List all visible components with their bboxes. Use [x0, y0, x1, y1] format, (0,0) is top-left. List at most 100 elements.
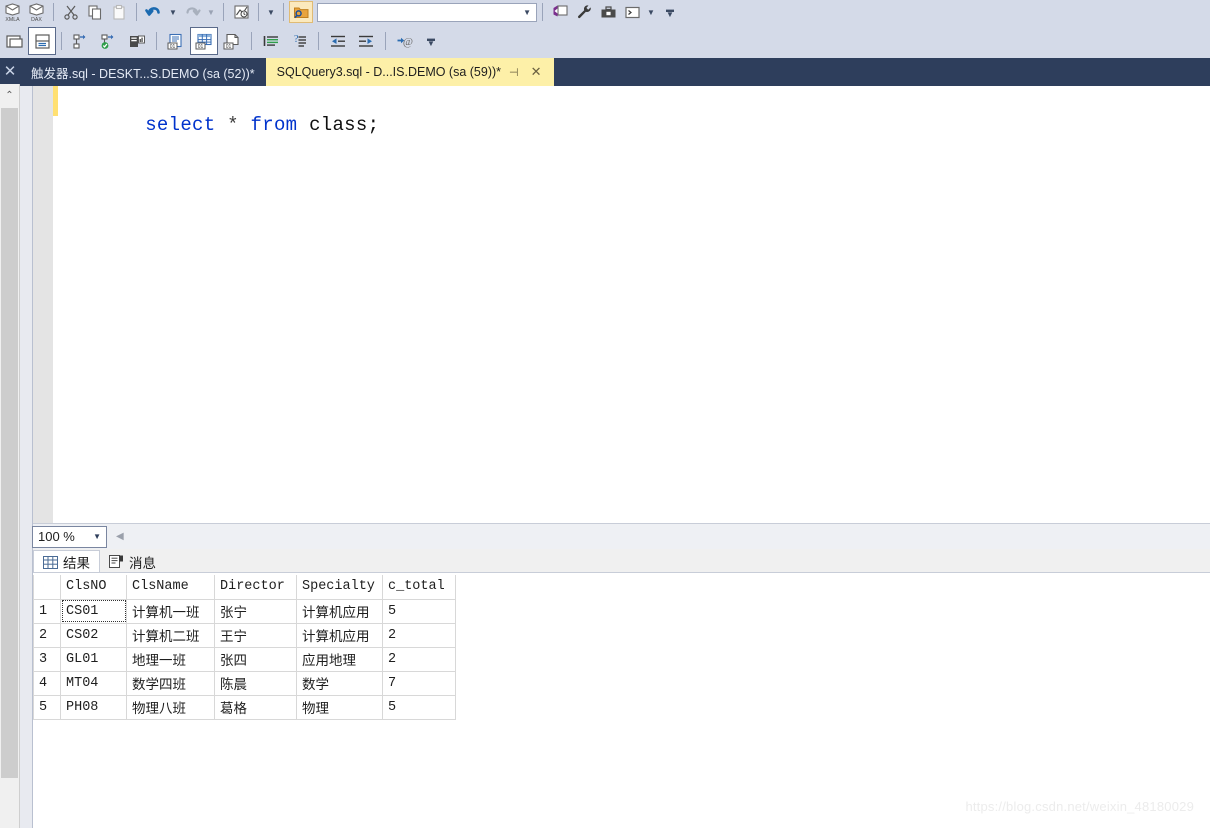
dax-query-icon[interactable]: DAX [24, 1, 48, 23]
column-header-director[interactable]: Director [214, 575, 297, 600]
svg-text:01: 01 [225, 44, 231, 50]
table-row[interactable]: 4 MT04 数学四班 陈晨 数学 7 [33, 670, 456, 696]
results-to-text-icon[interactable]: 01 [162, 27, 190, 55]
message-icon [109, 555, 124, 568]
window-layout-icon[interactable] [0, 27, 28, 55]
wrench-settings-icon[interactable] [572, 1, 596, 23]
sql-editor-surface[interactable]: select * from class; [33, 86, 1210, 523]
left-scrollbar-up-icon[interactable]: ⌃ [0, 84, 19, 106]
split-window-icon[interactable] [28, 27, 56, 55]
cell-clsname[interactable]: 数学四班 [126, 670, 215, 696]
comment-lines-icon[interactable] [257, 27, 285, 55]
cell-specialty[interactable]: 计算机应用 [296, 598, 383, 624]
editor-status-strip: 100 % ▼ ◀ [32, 523, 1210, 549]
tab-results[interactable]: 结果 [33, 550, 100, 573]
results-table: ClsNO ClsName Director Specialty c_total… [33, 575, 456, 720]
check-syntax-icon[interactable] [95, 27, 123, 55]
toolbox-icon[interactable] [596, 1, 620, 23]
cell-director[interactable]: 王宁 [214, 622, 297, 648]
left-panel-close-icon[interactable]: ✕ [0, 58, 20, 84]
command-prompt-icon[interactable] [620, 1, 644, 23]
find-in-files-icon[interactable] [289, 1, 313, 23]
visual-studio-window-icon[interactable] [548, 1, 572, 23]
cell-ctotal[interactable]: 2 [382, 646, 456, 672]
cell-ctotal[interactable]: 5 [382, 598, 456, 624]
decrease-indent-icon[interactable] [324, 27, 352, 55]
tab-messages[interactable]: 消息 [100, 550, 165, 573]
cell-director[interactable]: 陈晨 [214, 670, 297, 696]
document-tab-sqlquery3[interactable]: SQLQuery3.sql - D...IS.DEMO (sa (59))* ⊣… [265, 58, 554, 86]
left-scrollbar-thumb[interactable] [1, 108, 18, 778]
table-row[interactable]: 5 PH08 物理八班 葛格 物理 5 [33, 694, 456, 720]
row-number[interactable]: 1 [33, 598, 61, 624]
toolbar-primary: XMLA DAX ▼ ▼ ▼ ▼ ▼ ▬ ▼ [0, 0, 1210, 24]
column-header-ctotal[interactable]: c_total [382, 575, 456, 600]
cell-specialty[interactable]: 应用地理 [296, 646, 383, 672]
redo-dropdown-caret-icon[interactable]: ▼ [204, 1, 218, 23]
cell-director[interactable]: 张四 [214, 646, 297, 672]
row-number[interactable]: 3 [33, 646, 61, 672]
toolbar-separator [156, 32, 157, 50]
redo-icon[interactable] [180, 1, 204, 23]
close-tab-icon[interactable]: ✕ [525, 64, 548, 80]
pin-tab-icon[interactable]: ⊣ [501, 66, 525, 79]
zoom-level-select[interactable]: 100 % ▼ [32, 525, 107, 548]
table-row[interactable]: 1 CS01 计算机一班 张宁 计算机应用 5 [33, 598, 456, 624]
document-tab-bar: 触发器.sql - DESKT...S.DEMO (sa (52))* SQLQ… [20, 58, 1210, 86]
filter-dropdown-caret-icon[interactable]: ▼ [264, 1, 278, 23]
row-number[interactable]: 5 [33, 694, 61, 720]
grid-corner-cell[interactable] [33, 575, 61, 600]
column-header-clsno[interactable]: ClsNO [60, 575, 127, 600]
cell-clsno[interactable]: GL01 [60, 646, 127, 672]
document-tab-trigger-sql[interactable]: 触发器.sql - DESKT...S.DEMO (sa (52))* [20, 58, 266, 86]
cell-specialty[interactable]: 数学 [296, 670, 383, 696]
toolbar-separator [251, 32, 252, 50]
cell-clsno[interactable]: CS02 [60, 622, 127, 648]
cell-clsno[interactable]: PH08 [60, 694, 127, 720]
row-number[interactable]: 2 [33, 622, 61, 648]
cell-director[interactable]: 张宁 [214, 598, 297, 624]
paste-icon[interactable] [107, 1, 131, 23]
results-pane-tabs: 结果 消息 [33, 549, 1210, 573]
table-row[interactable]: 2 CS02 计算机二班 王宁 计算机应用 2 [33, 622, 456, 648]
tab-messages-label: 消息 [129, 555, 156, 571]
scroll-left-icon[interactable]: ◀ [116, 531, 124, 542]
copy-icon[interactable] [83, 1, 107, 23]
cell-clsno[interactable]: CS01 [60, 598, 127, 624]
specify-values-for-template-parameters-icon[interactable]: @ [391, 27, 419, 55]
database-report-icon[interactable] [123, 27, 151, 55]
execution-plan-icon[interactable] [229, 1, 253, 23]
xmla-query-icon[interactable]: XMLA [0, 1, 24, 23]
column-header-clsname[interactable]: ClsName [126, 575, 215, 600]
toolbar-separator [318, 32, 319, 50]
cell-specialty[interactable]: 计算机应用 [296, 622, 383, 648]
results-to-file-icon[interactable]: 01 [218, 27, 246, 55]
increase-indent-icon[interactable] [352, 27, 380, 55]
parse-query-icon[interactable] [67, 27, 95, 55]
cell-clsname[interactable]: 计算机一班 [126, 598, 215, 624]
cell-ctotal[interactable]: 7 [382, 670, 456, 696]
row-number[interactable]: 4 [33, 670, 61, 696]
cell-clsname[interactable]: 计算机二班 [126, 622, 215, 648]
cell-specialty[interactable]: 物理 [296, 694, 383, 720]
more-tools-caret-icon[interactable]: ▼ [644, 1, 658, 23]
toolbar-overflow-button[interactable]: ▬ ▼ [423, 35, 439, 48]
toolbar-overflow-button[interactable]: ▬ ▼ [662, 6, 678, 19]
table-row[interactable]: 3 GL01 地理一班 张四 应用地理 2 [33, 646, 456, 672]
results-grid[interactable]: ClsNO ClsName Director Specialty c_total… [33, 575, 1210, 828]
uncomment-lines-icon[interactable]: ? [285, 27, 313, 55]
combo-caret-icon: ▼ [523, 7, 531, 17]
cell-director[interactable]: 葛格 [214, 694, 297, 720]
cell-clsno[interactable]: MT04 [60, 670, 127, 696]
cell-clsname[interactable]: 地理一班 [126, 646, 215, 672]
cell-ctotal[interactable]: 5 [382, 694, 456, 720]
cell-clsname[interactable]: 物理八班 [126, 694, 215, 720]
grid-icon [43, 555, 58, 569]
cell-ctotal[interactable]: 2 [382, 622, 456, 648]
column-header-specialty[interactable]: Specialty [296, 575, 383, 600]
undo-dropdown-caret-icon[interactable]: ▼ [166, 1, 180, 23]
undo-icon[interactable] [142, 1, 166, 23]
cut-icon[interactable] [59, 1, 83, 23]
results-to-grid-icon[interactable]: 01 [190, 27, 218, 55]
toolbar-combo-box[interactable]: ▼ [317, 2, 537, 22]
